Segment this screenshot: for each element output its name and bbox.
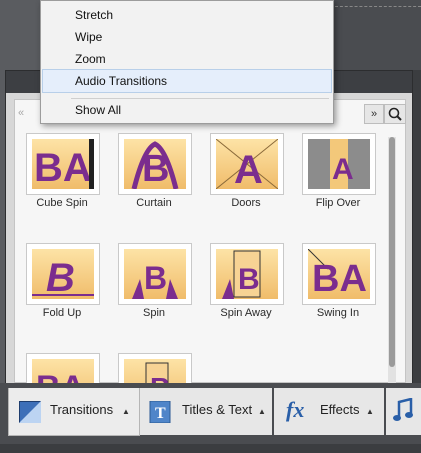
menu-item-label: Show All bbox=[75, 103, 122, 117]
thumbnail: A bbox=[302, 133, 376, 195]
tab-effects[interactable]: fx Effects ▲ bbox=[274, 388, 384, 435]
tile-label: Fold Up bbox=[42, 307, 82, 319]
thumbnail-art: B bbox=[144, 260, 167, 296]
tile-cube-spin[interactable]: BA Cube Spin bbox=[22, 133, 102, 233]
titles-icon: T bbox=[149, 401, 171, 423]
bottom-tab-bar: Transitions ▲ T Titles & Text ▲ fx Effec… bbox=[0, 383, 421, 444]
thumbnail-art: B bbox=[238, 263, 260, 296]
thumbnail: B bbox=[26, 243, 100, 305]
tile-flip-over[interactable]: A Flip Over bbox=[298, 133, 378, 233]
menu-item-label: Wipe bbox=[75, 30, 103, 44]
music-note-icon bbox=[393, 398, 413, 421]
tab-label: Effects bbox=[320, 402, 360, 417]
nav-left-icon[interactable]: « bbox=[18, 106, 32, 120]
tab-label: Titles & Text bbox=[182, 402, 253, 417]
svg-text:T: T bbox=[155, 405, 166, 422]
fx-icon: fx bbox=[286, 397, 305, 422]
tile-label: Spin bbox=[142, 307, 166, 319]
menu-item-label: Zoom bbox=[75, 52, 106, 66]
tab-audio[interactable] bbox=[386, 388, 421, 435]
chevron-down-icon: ▲ bbox=[122, 407, 130, 416]
menu-item-label: Stretch bbox=[75, 8, 114, 22]
thumbnail: B bbox=[118, 133, 192, 195]
thumbnail: B bbox=[210, 243, 284, 305]
category-dropdown-menu: Stretch Wipe Zoom Audio Transitions Show… bbox=[40, 0, 334, 124]
menu-item-zoom[interactable]: Zoom bbox=[42, 48, 332, 70]
menu-item-label: Audio Transitions bbox=[75, 74, 168, 88]
tile-curtain[interactable]: B Curtain bbox=[114, 133, 194, 233]
tile-label: Curtain bbox=[136, 197, 172, 209]
thumbnail: BA bbox=[26, 133, 100, 195]
search-icon bbox=[388, 107, 402, 121]
tile-label: Cube Spin bbox=[36, 197, 88, 209]
thumbnail: BA bbox=[302, 243, 376, 305]
thumbnail-art: B bbox=[46, 256, 75, 299]
ruler bbox=[335, 6, 421, 11]
tile-label: Flip Over bbox=[315, 197, 361, 209]
chevron-down-icon: ▲ bbox=[258, 407, 266, 416]
tab-transitions[interactable]: Transitions ▲ bbox=[8, 388, 140, 436]
background-monitor bbox=[332, 0, 421, 70]
scrollbar-thumb[interactable] bbox=[389, 137, 395, 367]
menu-item-show-all[interactable]: Show All bbox=[42, 99, 332, 121]
tile-label: Doors bbox=[231, 197, 261, 209]
tile-fold-up[interactable]: B Fold Up bbox=[22, 243, 102, 343]
tile-swing-in[interactable]: BA Swing In bbox=[298, 243, 378, 343]
thumbnail: A bbox=[210, 133, 284, 195]
chevron-down-icon: ▲ bbox=[366, 407, 374, 416]
tab-label: Transitions bbox=[50, 402, 114, 417]
tile-label: Spin Away bbox=[220, 307, 272, 319]
thumbnail-art: BA bbox=[312, 258, 367, 299]
tile-spin[interactable]: B Spin bbox=[114, 243, 194, 343]
thumbnail: B bbox=[118, 243, 192, 305]
thumbnail-art: B bbox=[142, 148, 169, 189]
thumbnail-art: BA bbox=[34, 146, 92, 189]
nav-right-icon[interactable]: » bbox=[364, 104, 384, 124]
tile-spin-away[interactable]: B Spin Away bbox=[206, 243, 286, 343]
tile-label: Swing In bbox=[316, 307, 360, 319]
menu-item-wipe[interactable]: Wipe bbox=[42, 26, 332, 48]
thumbnail-art: A bbox=[234, 148, 263, 189]
search-button[interactable] bbox=[384, 104, 406, 124]
menu-item-stretch[interactable]: Stretch bbox=[42, 4, 332, 26]
transitions-icon bbox=[19, 401, 41, 423]
thumbnail-art: A bbox=[332, 153, 354, 186]
tile-doors[interactable]: A Doors bbox=[206, 133, 286, 233]
menu-item-audio-transitions[interactable]: Audio Transitions bbox=[42, 69, 332, 93]
tab-titles-text[interactable]: T Titles & Text ▲ bbox=[140, 388, 272, 435]
